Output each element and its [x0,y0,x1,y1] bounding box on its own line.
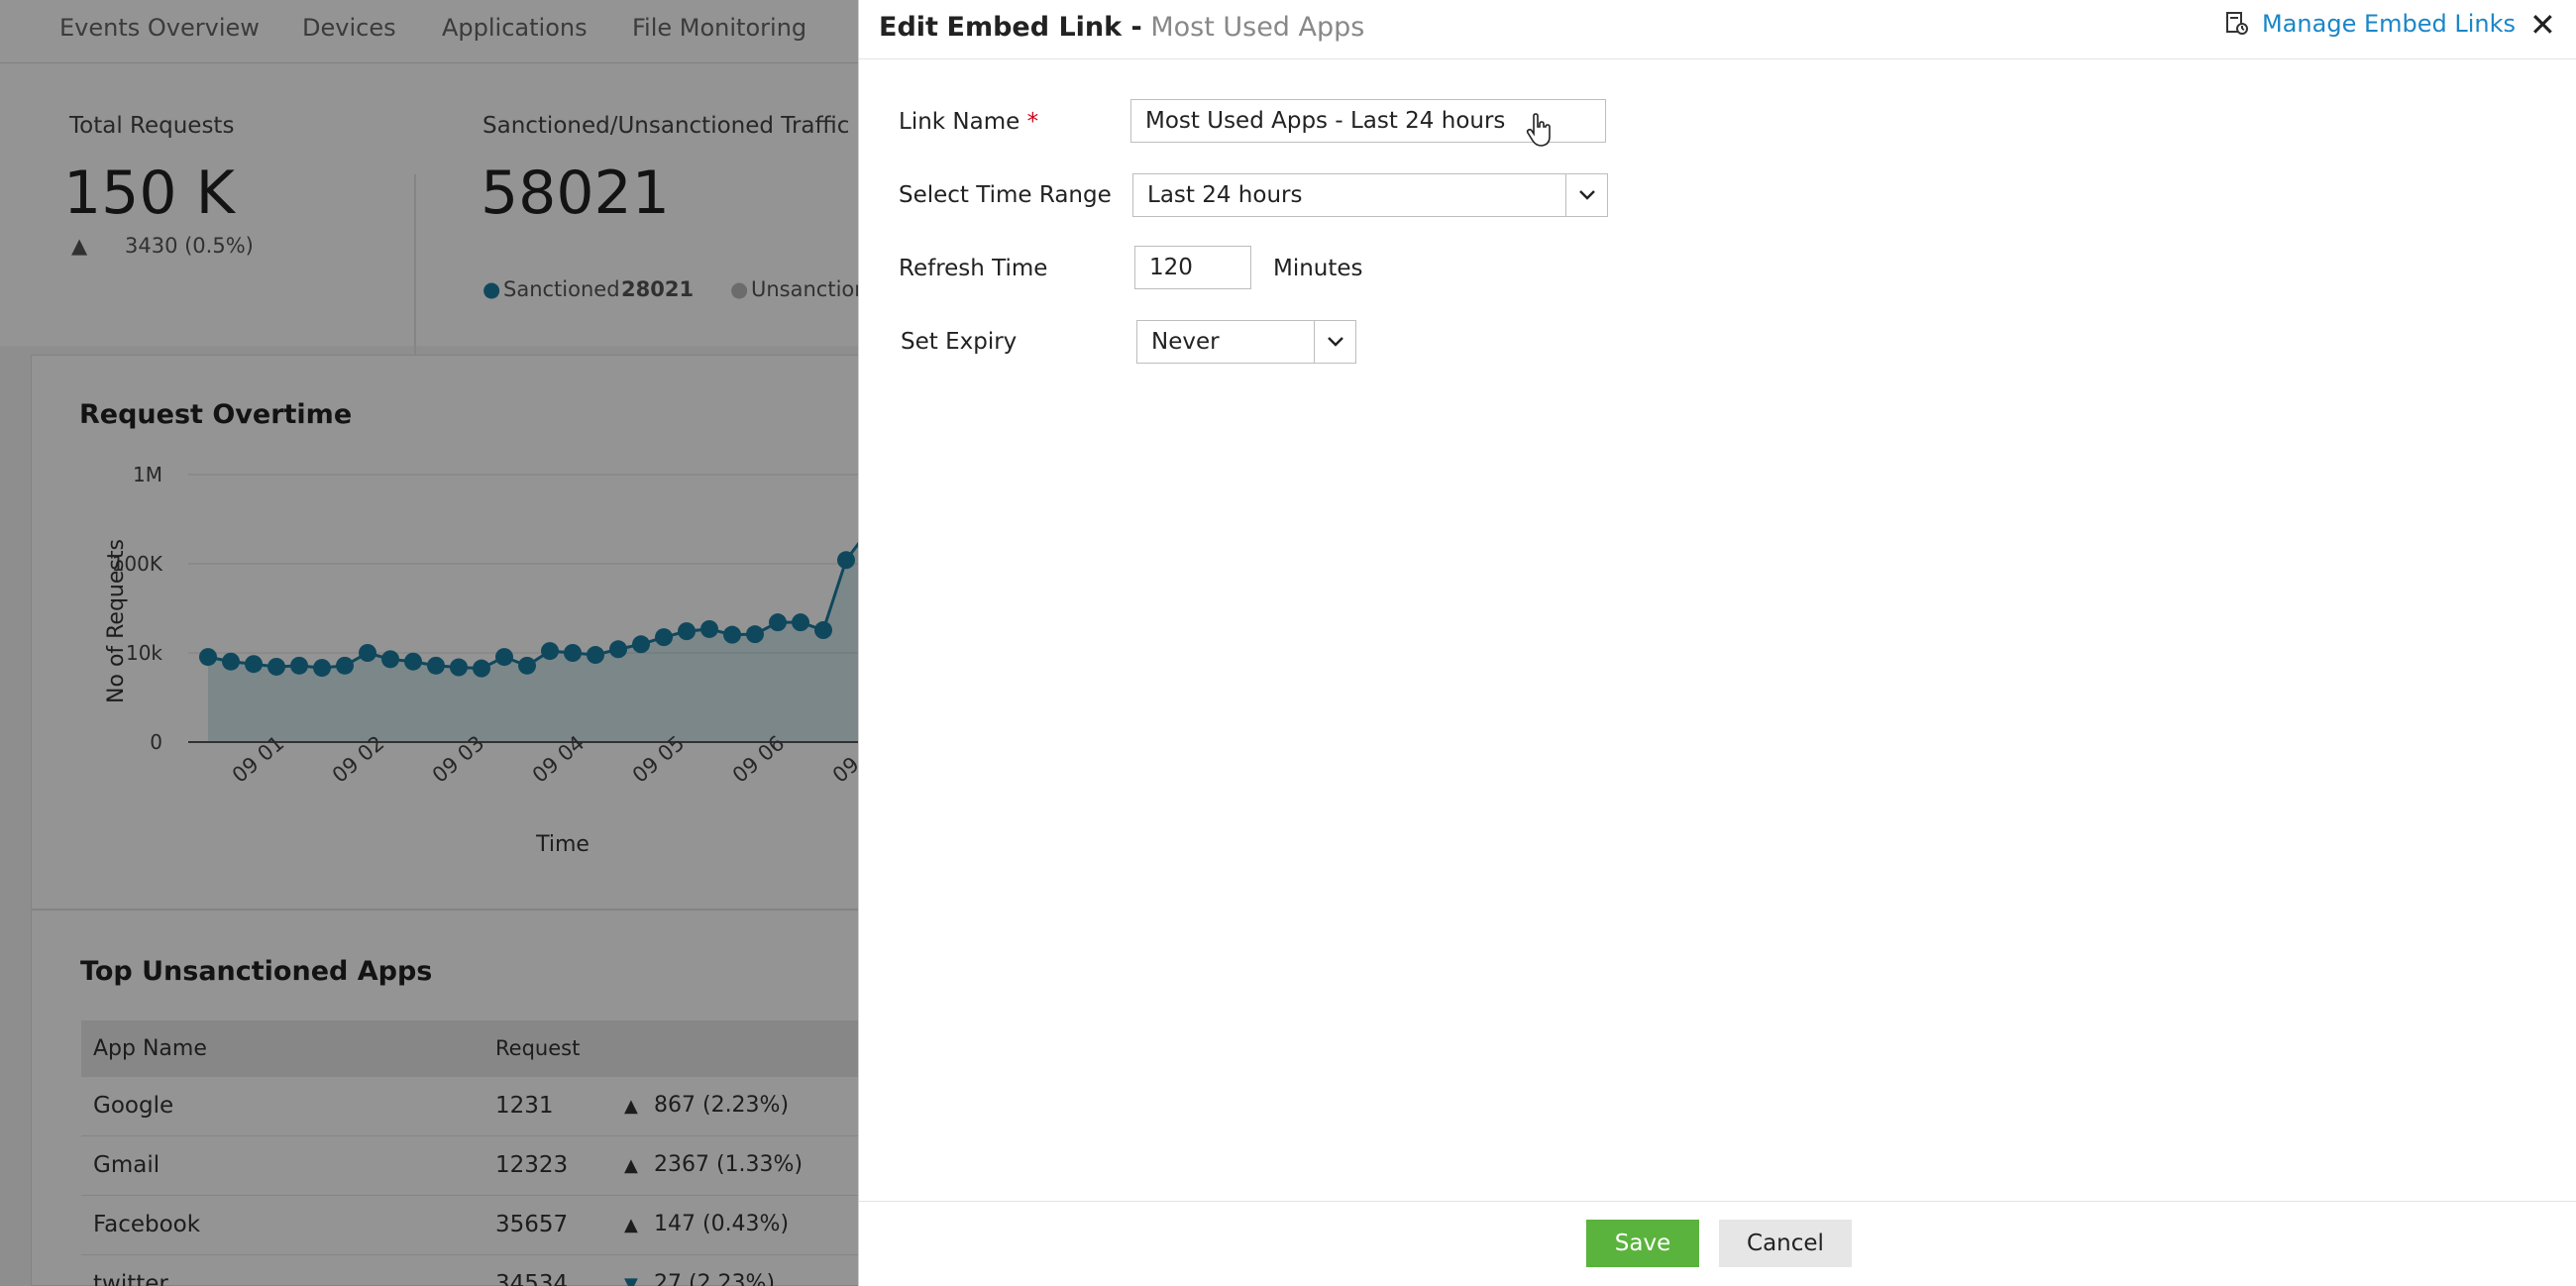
panel-title: Edit Embed Link - Most Used Apps [879,12,1364,43]
time-range-select[interactable]: Last 24 hours [1132,173,1608,217]
panel-title-embed: Embed Link - [946,12,1142,43]
edit-embed-link-panel: Edit Embed Link - Most Used Apps Manage … [858,0,2576,1286]
refresh-time-label: Refresh Time [899,256,1048,281]
chevron-down-icon[interactable] [1565,174,1607,216]
manage-embed-links-label: Manage Embed Links [2262,10,2517,38]
time-range-value: Last 24 hours [1147,182,1303,208]
link-name-label-text: Link Name [899,109,1020,135]
time-range-label: Select Time Range [899,182,1112,208]
panel-header: Edit Embed Link - Most Used Apps Manage … [859,0,2576,59]
chevron-down-icon[interactable] [1314,321,1355,363]
refresh-time-input[interactable]: 120 [1134,246,1251,289]
panel-title-edit: Edit [879,12,938,43]
expiry-value: Never [1151,329,1220,355]
required-marker: * [1026,109,1039,135]
panel-footer: Save Cancel [859,1201,2576,1286]
panel-title-app: Most Used Apps [1150,12,1365,43]
manage-embed-links-link[interactable]: Manage Embed Links [2224,10,2516,38]
hand-cursor-icon [1526,113,1551,147]
cancel-button[interactable]: Cancel [1719,1220,1852,1267]
close-icon[interactable]: ✕ [2529,6,2556,44]
manage-links-icon [2226,12,2248,35]
link-name-label: Link Name * [899,109,1038,135]
refresh-unit-label: Minutes [1273,256,1363,281]
expiry-select[interactable]: Never [1136,320,1356,364]
set-expiry-label: Set Expiry [901,329,1018,355]
save-button[interactable]: Save [1586,1220,1699,1267]
modal-overlay[interactable] [0,0,858,1286]
